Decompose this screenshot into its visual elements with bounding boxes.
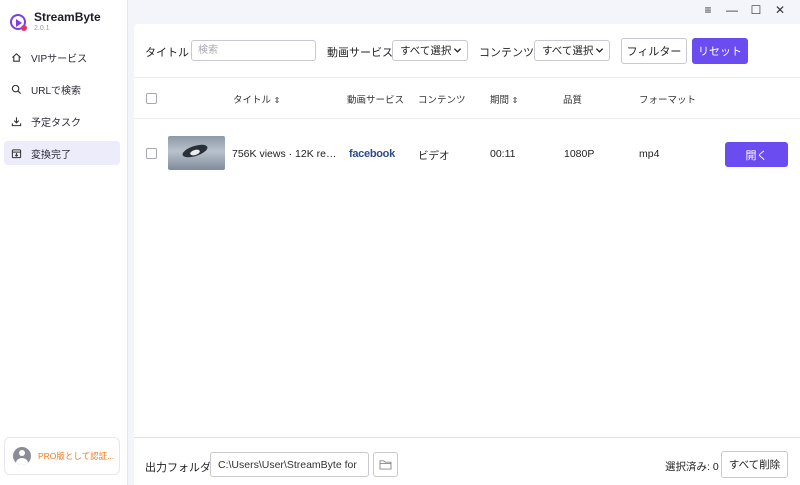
window-controls: ≡ — ☐ ✕: [700, 2, 788, 18]
row-title: 756K views · 12K reactions: [232, 148, 340, 160]
row-checkbox[interactable]: [146, 148, 157, 159]
main-panel: タイトル 動画サービス すべて選択 コンテンツ すべて選択 フィルター リセット…: [134, 24, 800, 485]
app-logo-icon: [10, 13, 27, 31]
content-filter-label: コンテンツ: [479, 47, 534, 59]
folder-icon: [379, 460, 392, 470]
search-icon: [11, 84, 22, 95]
brand: StreamByte 2.0.1: [10, 10, 101, 33]
filter-button[interactable]: フィルター: [621, 38, 687, 64]
download-icon: [11, 116, 22, 127]
column-title-label: タイトル: [233, 95, 272, 106]
pro-label: PRO版として認証...: [38, 451, 115, 461]
delete-all-button[interactable]: すべて削除: [721, 451, 788, 478]
column-service-header: 動画サービス: [347, 95, 405, 106]
selected-count: 選択済み: 0: [665, 461, 719, 473]
sidebar-item-vip[interactable]: VIPサービス: [4, 45, 120, 69]
column-duration-header[interactable]: 期間 ⇕: [490, 92, 518, 106]
row-content: ビデオ: [418, 150, 450, 162]
content-select[interactable]: すべて選択: [534, 40, 610, 61]
row-quality: 1080P: [564, 148, 595, 160]
row-duration: 00:11: [490, 148, 516, 160]
title-filter-label: タイトル: [145, 47, 189, 59]
column-title-header[interactable]: タイトル ⇕: [233, 92, 280, 106]
menu-icon[interactable]: ≡: [700, 2, 716, 18]
reset-button[interactable]: リセット: [692, 38, 748, 64]
sidebar-item-label: VIPサービス: [31, 53, 88, 65]
home-icon: [11, 52, 22, 63]
close-icon[interactable]: ✕: [772, 2, 788, 18]
browse-folder-button[interactable]: [373, 452, 398, 477]
minimize-icon[interactable]: —: [724, 2, 740, 18]
sidebar: StreamByte 2.0.1 VIPサービス URLで検索 予定タスク 変換…: [0, 0, 128, 485]
column-duration-label: 期間: [490, 95, 510, 106]
column-content-header: コンテンツ: [418, 95, 466, 106]
service-select[interactable]: すべて選択: [392, 40, 468, 61]
row-format: mp4: [639, 148, 660, 160]
sidebar-item-label: 予定タスク: [31, 117, 81, 129]
sidebar-item-converted[interactable]: 変換完了: [4, 141, 120, 165]
facebook-logo: facebook: [349, 148, 395, 160]
sort-icon: ⇕: [273, 96, 281, 105]
converted-icon: [11, 148, 22, 159]
column-format-header: フォーマット: [639, 95, 697, 106]
sidebar-item-scheduled[interactable]: 予定タスク: [4, 109, 120, 133]
maximize-icon[interactable]: ☐: [748, 2, 764, 18]
app-name: StreamByte: [34, 10, 101, 24]
video-thumbnail[interactable]: [168, 136, 225, 170]
filter-bar: タイトル 動画サービス すべて選択 コンテンツ すべて選択 フィルター リセット: [134, 24, 800, 78]
chevron-down-icon: [453, 48, 462, 53]
sidebar-item-url-search[interactable]: URLで検索: [4, 77, 120, 101]
service-filter-label: 動画サービス: [327, 47, 393, 59]
table-header: タイトル ⇕ 動画サービス コンテンツ 期間 ⇕ 品質 フォーマット: [134, 79, 800, 119]
sidebar-item-label: URLで検索: [31, 85, 82, 97]
column-quality-header: 品質: [563, 95, 583, 106]
sort-icon: ⇕: [511, 96, 519, 105]
footer-bar: 出力フォルダ 選択済み: 0 すべて削除: [134, 437, 800, 485]
output-folder-label: 出力フォルダ: [145, 462, 211, 474]
open-button[interactable]: 開く: [725, 142, 788, 167]
output-path-field[interactable]: [210, 452, 369, 477]
table-row: 756K views · 12K reactions facebook ビデオ …: [134, 126, 800, 182]
select-all-checkbox[interactable]: [146, 93, 157, 104]
sidebar-item-label: 変換完了: [31, 149, 71, 161]
service-select-value: すべて選択: [400, 45, 452, 57]
app-version: 2.0.1: [34, 25, 50, 32]
chevron-down-icon: [595, 48, 604, 53]
sidebar-nav: VIPサービス URLで検索 予定タスク 変換完了: [4, 45, 120, 173]
pro-activation-button[interactable]: PRO版として認証...: [4, 437, 120, 475]
content-select-value: すべて選択: [542, 45, 594, 57]
avatar: [13, 447, 31, 465]
search-input[interactable]: [191, 40, 316, 61]
